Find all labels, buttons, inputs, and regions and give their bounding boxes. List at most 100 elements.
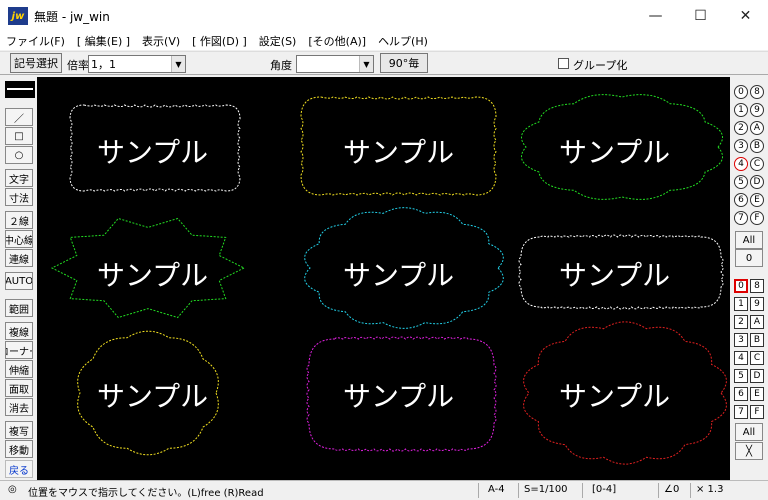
minimize-button[interactable]: — [633, 0, 678, 32]
tool-center-line[interactable]: 中心線 [5, 230, 33, 248]
tool-auto[interactable]: AUTO [5, 272, 33, 290]
toolbar: 記号選択 倍率 1，1 ▼ 角度 ▼ 90°毎 グループ化 [0, 51, 768, 75]
layer-button[interactable]: F [750, 211, 764, 225]
layer-button[interactable]: 8 [750, 85, 764, 99]
angle-select[interactable]: ▼ [296, 55, 374, 73]
group-checkbox[interactable] [558, 58, 569, 69]
window-controls: — ☐ ✕ [633, 0, 768, 32]
layer-button[interactable]: 3 [734, 139, 748, 153]
layer-button[interactable]: D [750, 175, 764, 189]
layer-button[interactable]: 1 [734, 103, 748, 117]
group-button[interactable]: B [750, 333, 764, 347]
tool-range[interactable]: 範囲 [5, 299, 33, 317]
sample-label: サンプル [343, 380, 455, 413]
status-scale[interactable]: S=1/100 [524, 484, 568, 495]
menu-help[interactable]: ヘルプ(H) [372, 33, 434, 49]
group-all-button[interactable]: All [735, 423, 763, 441]
symbol-select-button[interactable]: 記号選択 [10, 53, 62, 73]
tool-connect-line[interactable]: 連線 [5, 249, 33, 267]
rotate-90-button[interactable]: 90°毎 [380, 53, 428, 73]
sample-label: サンプル [559, 136, 671, 169]
group-button[interactable]: C [750, 351, 764, 365]
tool-stretch[interactable]: 伸縮 [5, 360, 33, 378]
tool-erase[interactable]: 消去 [5, 398, 33, 416]
layer-button[interactable]: 9 [750, 103, 764, 117]
group-button-selected[interactable]: 0 [734, 279, 748, 293]
group-button[interactable]: D [750, 369, 764, 383]
tool-line[interactable]: ／ [5, 108, 33, 126]
group-button[interactable]: 4 [734, 351, 748, 365]
group-button[interactable]: 1 [734, 297, 748, 311]
tool-dimension[interactable]: 寸法 [5, 188, 33, 206]
group-button[interactable]: 5 [734, 369, 748, 383]
group-button[interactable]: F [750, 405, 764, 419]
tool-copy[interactable]: 複写 [5, 421, 33, 439]
menu-view[interactable]: 表示(V) [136, 33, 186, 49]
drawing-canvas[interactable]: サンプル サンプル サンプル サンプル サンプル サンプル サンプル サンプル … [37, 77, 730, 480]
menu-other[interactable]: [その他(A)] [302, 33, 372, 49]
tool-corner[interactable]: コーナー [5, 341, 33, 359]
group-button[interactable]: 9 [750, 297, 764, 311]
layer-button[interactable]: C [750, 157, 764, 171]
sample-label: サンプル [97, 380, 209, 413]
layer-button[interactable]: 0 [734, 85, 748, 99]
menu-settings[interactable]: 設定(S) [253, 33, 303, 49]
app-icon: jw [8, 7, 28, 25]
chevron-down-icon: ▼ [171, 56, 185, 72]
layer-button[interactable]: 5 [734, 175, 748, 189]
layer-button[interactable]: 2 [734, 121, 748, 135]
sample-label: サンプル [559, 259, 671, 292]
group-cross-button[interactable]: ╳ [735, 442, 763, 460]
layer-all-button[interactable]: All [735, 231, 763, 249]
menu-bar: ファイル(F) [ 編集(E) ] 表示(V) [ 作図(D) ] 設定(S) … [0, 32, 768, 50]
right-layer-palette: 0 8 1 9 2 A 3 B 4 C 5 D 6 E 7 F All 0 0 … [730, 76, 768, 480]
group-button[interactable]: 8 [750, 279, 764, 293]
layer-zero-button[interactable]: 0 [735, 249, 763, 267]
title-bar: jw 無題 - jw_win — ☐ ✕ [0, 0, 768, 32]
group-button[interactable]: 3 [734, 333, 748, 347]
tool-double-line[interactable]: ２線 [5, 211, 33, 229]
layer-button[interactable]: 7 [734, 211, 748, 225]
layer-button-selected[interactable]: 4 [734, 157, 748, 171]
menu-edit[interactable]: [ 編集(E) ] [71, 33, 136, 49]
menu-draw[interactable]: [ 作図(D) ] [186, 33, 253, 49]
sample-label: サンプル [559, 380, 671, 413]
close-button[interactable]: ✕ [723, 0, 768, 32]
window-title: 無題 - jw_win [34, 9, 110, 24]
group-button[interactable]: 2 [734, 315, 748, 329]
maximize-button[interactable]: ☐ [678, 0, 723, 32]
layer-button[interactable]: 6 [734, 193, 748, 207]
tool-undo[interactable]: 戻る [5, 460, 33, 478]
status-message: 位置をマウスで指示してください。(L)free (R)Read [28, 488, 264, 499]
group-button[interactable]: 6 [734, 387, 748, 401]
tool-rectangle[interactable]: □ [5, 127, 33, 145]
status-zoom[interactable]: × 1.3 [696, 484, 723, 495]
sample-label: サンプル [97, 136, 209, 169]
scale-label: 倍率 [67, 59, 89, 72]
layer-button[interactable]: A [750, 121, 764, 135]
group-button[interactable]: A [750, 315, 764, 329]
status-angle[interactable]: ∠0 [664, 484, 679, 495]
status-bar: ◎ 位置をマウスで指示してください。(L)free (R)Read A-4 S=… [0, 480, 768, 500]
sample-label: サンプル [97, 259, 209, 292]
group-label: グループ化 [573, 59, 628, 72]
status-paper-size[interactable]: A-4 [488, 484, 505, 495]
layer-button[interactable]: B [750, 139, 764, 153]
left-tool-palette: ／ □ ○ 文字 寸法 ２線 中心線 連線 AUTO 範囲 複線 コーナー 伸縮… [0, 76, 37, 480]
chevron-down-icon: ▼ [359, 56, 373, 72]
group-button[interactable]: E [750, 387, 764, 401]
scale-select[interactable]: 1，1 ▼ [88, 55, 186, 73]
layer-button[interactable]: E [750, 193, 764, 207]
status-layer[interactable]: [0-4] [592, 484, 616, 495]
tool-chamfer[interactable]: 面取 [5, 379, 33, 397]
tool-offset[interactable]: 複線 [5, 322, 33, 340]
angle-label: 角度 [270, 59, 292, 72]
scale-value: 1，1 [91, 58, 116, 71]
sample-label: サンプル [343, 259, 455, 292]
group-button[interactable]: 7 [734, 405, 748, 419]
tool-text[interactable]: 文字 [5, 169, 33, 187]
line-type-indicator[interactable] [5, 81, 35, 98]
menu-file[interactable]: ファイル(F) [0, 33, 71, 49]
tool-move[interactable]: 移動 [5, 440, 33, 458]
tool-circle[interactable]: ○ [5, 146, 33, 164]
